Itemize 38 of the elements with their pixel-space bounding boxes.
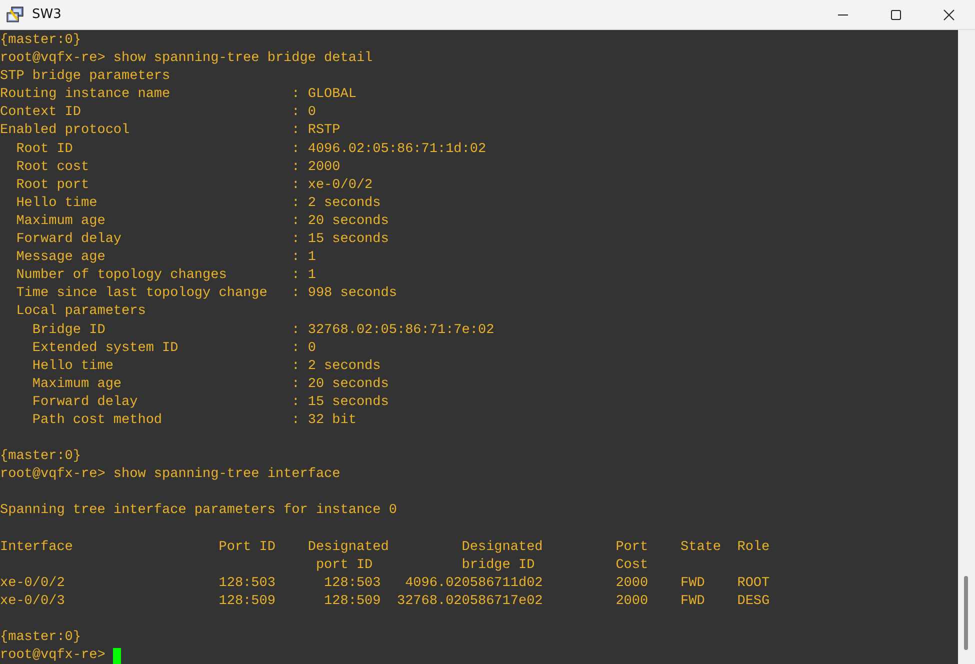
terminal-line: STP bridge parameters <box>0 68 172 86</box>
terminal-line: Root cost : 2000 <box>15 158 342 177</box>
terminal-line: Root port : xe-0/0/2 <box>15 176 374 195</box>
terminal-line: Root ID : 4096.02:05:86:71:1d:02 <box>15 140 488 159</box>
terminal-line: Spanning tree interface parameters for instance 0 <box>0 502 398 520</box>
terminal-line: Local parameters <box>15 303 147 322</box>
terminal-line: Number of topology changes : 1 <box>15 267 317 286</box>
terminal-line: Forward delay : 15 seconds <box>31 394 390 412</box>
scrollbar[interactable] <box>958 30 975 664</box>
terminal-line: Time since last topology change : 998 seconds <box>15 285 398 304</box>
terminal-line: xe-0/0/2 128:503 128:503 4096.020586711d02 2000 FWD ROOT <box>0 574 771 593</box>
terminal-line: port ID bridge ID Cost <box>314 556 650 575</box>
terminal-line: {master:0} <box>0 32 82 50</box>
terminal-line: Message age : 1 <box>15 249 317 268</box>
terminal-line: root@vqfx-re> show spanning-tree interface <box>0 466 342 484</box>
terminal-line: root@vqfx-re> show spanning-tree bridge detail <box>0 50 374 68</box>
close-icon <box>942 8 954 20</box>
cursor-icon <box>113 648 122 664</box>
terminal-prompt: root@vqfx-re> <box>0 647 106 664</box>
terminal-line: Interface Port ID Designated Designated Port State Role <box>0 538 771 557</box>
terminal-line: Hello time : 2 seconds <box>15 194 382 213</box>
terminal-line: Forward delay : 15 seconds <box>15 231 390 250</box>
terminal-line: Bridge ID : 32768.02:05:86:71:7e:02 <box>31 322 496 340</box>
computer-icon <box>6 6 24 24</box>
terminal-line: {master:0} <box>0 448 82 466</box>
terminal-line: Path cost method : 32 bit <box>31 412 358 430</box>
terminal-line: Enabled protocol : RSTP <box>0 122 342 140</box>
terminal-line: xe-0/0/3 128:509 128:509 32768.020586717e02 2000 FWD DESG <box>0 592 771 611</box>
terminal-line: Hello time : 2 seconds <box>31 358 382 376</box>
terminal-line: {master:0} <box>0 629 82 648</box>
terminal-line: Routing instance name : GLOBAL <box>0 86 358 104</box>
terminal-line: Context ID : 0 <box>0 104 317 122</box>
terminal-line: Extended system ID : 0 <box>31 340 317 358</box>
terminal-line: Maximum age : 20 seconds <box>15 212 390 231</box>
scrollbar-thumb[interactable] <box>964 576 968 650</box>
terminal-line: Maximum age : 20 seconds <box>31 376 390 394</box>
maximize-icon <box>890 8 902 20</box>
window-title: SW3 <box>32 7 62 22</box>
